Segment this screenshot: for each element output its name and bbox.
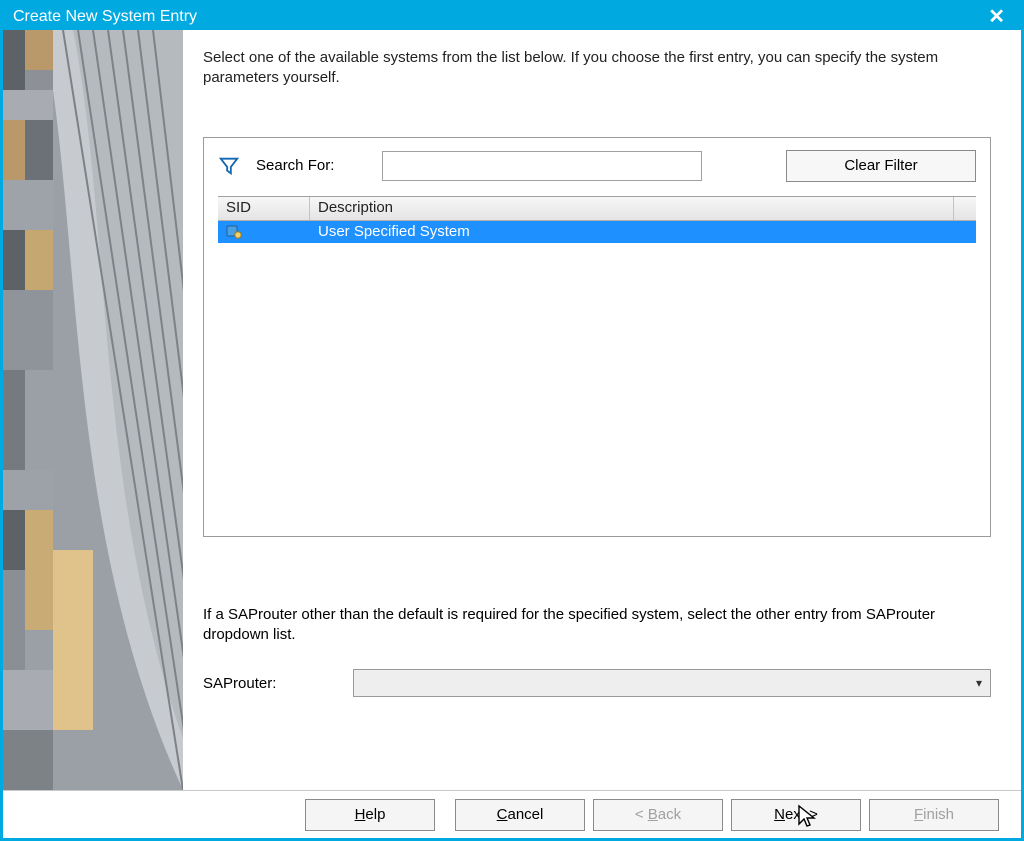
title-bar: Create New System Entry ✕ — [3, 3, 1021, 30]
window-title: Create New System Entry — [13, 8, 197, 26]
next-button[interactable]: Next > — [731, 799, 861, 831]
system-icon — [226, 224, 242, 240]
table-row[interactable]: User Specified System — [218, 221, 976, 243]
finish-button: Finish — [869, 799, 999, 831]
table-body: User Specified System — [218, 221, 976, 536]
filter-icon — [218, 155, 240, 177]
close-icon[interactable]: ✕ — [982, 4, 1011, 29]
saprouter-dropdown[interactable]: ▾ — [353, 669, 991, 697]
help-button[interactable]: Help — [305, 799, 435, 831]
cell-description: User Specified System — [310, 222, 976, 241]
dialog-body: Select one of the available systems from… — [3, 30, 1021, 790]
system-table: SID Description — [218, 196, 976, 536]
back-button: < Back — [593, 799, 723, 831]
search-label: Search For: — [256, 157, 366, 174]
content-area: Select one of the available systems from… — [183, 30, 1021, 790]
dialog-window: Create New System Entry ✕ — [0, 0, 1024, 841]
chevron-down-icon: ▾ — [976, 676, 982, 690]
cancel-button[interactable]: Cancel — [455, 799, 585, 831]
wizard-sidebar-graphic — [3, 30, 183, 790]
saprouter-row: SAProuter: ▾ — [203, 669, 991, 697]
column-header-spacer — [954, 197, 976, 220]
search-input[interactable] — [382, 151, 702, 181]
saprouter-note: If a SAProuter other than the default is… — [203, 605, 991, 646]
cell-sid — [218, 223, 310, 241]
system-list-panel: Search For: Clear Filter SID Description — [203, 137, 991, 537]
button-bar: Help Cancel < Back Next > Finish — [3, 790, 1021, 838]
column-header-description[interactable]: Description — [310, 197, 954, 220]
saprouter-label: SAProuter: — [203, 675, 303, 692]
search-row: Search For: Clear Filter — [218, 150, 976, 182]
clear-filter-button[interactable]: Clear Filter — [786, 150, 976, 182]
instruction-text: Select one of the available systems from… — [203, 48, 991, 89]
table-header: SID Description — [218, 197, 976, 221]
column-header-sid[interactable]: SID — [218, 197, 310, 220]
